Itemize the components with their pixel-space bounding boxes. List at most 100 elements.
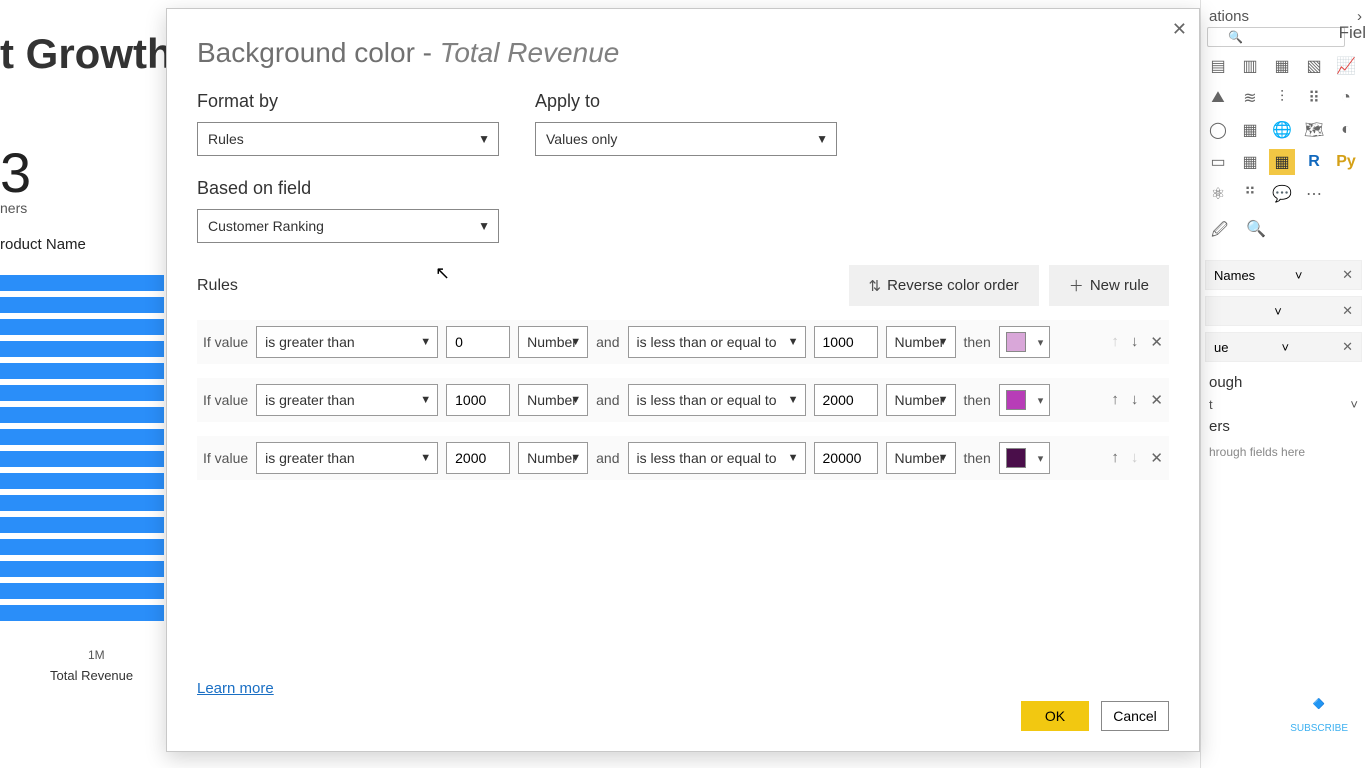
pie-chart-icon[interactable]: ◔ bbox=[1333, 85, 1359, 111]
visualizations-header: ations bbox=[1209, 8, 1249, 25]
chevron-down-icon[interactable]: ˅ bbox=[1281, 340, 1289, 355]
matrix-icon[interactable]: ▦ bbox=[1269, 149, 1295, 175]
chevron-down-icon[interactable]: ˅ bbox=[1295, 268, 1303, 283]
card-icon[interactable]: ▭ bbox=[1205, 149, 1231, 175]
apply-to-label: Apply to bbox=[535, 91, 837, 112]
more-visuals-icon[interactable]: ⋯ bbox=[1301, 181, 1327, 207]
treemap-icon[interactable]: ▦ bbox=[1237, 117, 1263, 143]
based-on-field-select[interactable]: Customer Ranking▼ bbox=[197, 209, 499, 243]
remove-field-icon[interactable]: ✕ bbox=[1342, 303, 1353, 319]
scatter-icon[interactable]: ⠿ bbox=[1301, 85, 1327, 111]
type2-select[interactable]: Number▼ bbox=[886, 384, 956, 416]
delete-rule-icon[interactable]: ✕ bbox=[1150, 391, 1163, 409]
dialog-title: Background color - Total Revenue bbox=[197, 37, 1169, 69]
field-well-row-1[interactable]: Names ˅ ✕ bbox=[1205, 260, 1362, 290]
move-up-icon: ↑ bbox=[1111, 333, 1119, 351]
delete-rule-icon[interactable]: ✕ bbox=[1150, 449, 1163, 467]
background-color-dialog: ✕ Background color - Total Revenue Forma… bbox=[166, 8, 1200, 752]
then-label: then bbox=[964, 450, 991, 466]
chevron-down-icon[interactable]: ˅ bbox=[1274, 304, 1282, 319]
type1-select[interactable]: Number▼ bbox=[518, 442, 588, 474]
move-down-icon[interactable]: ↓ bbox=[1131, 391, 1139, 409]
subtitle-fragment: ners bbox=[0, 200, 27, 216]
move-up-icon[interactable]: ↑ bbox=[1111, 391, 1119, 409]
format-by-select[interactable]: Rules▼ bbox=[197, 122, 499, 156]
clustered-column-icon[interactable]: ▧ bbox=[1301, 53, 1327, 79]
key-influencers-icon[interactable]: ⚛ bbox=[1205, 181, 1231, 207]
type2-select[interactable]: Number▼ bbox=[886, 442, 956, 474]
operator1-select[interactable]: is greater than▼ bbox=[256, 384, 438, 416]
chevron-down-icon: ▼ bbox=[478, 219, 490, 233]
type1-select[interactable]: Number▼ bbox=[518, 326, 588, 358]
fields-tab-icon[interactable]: 🖉 bbox=[1211, 219, 1228, 246]
map-icon[interactable]: 🌐 bbox=[1269, 117, 1295, 143]
close-icon[interactable]: ✕ bbox=[1172, 19, 1187, 40]
remove-field-icon[interactable]: ✕ bbox=[1342, 339, 1353, 355]
area-chart-icon[interactable]: ⛰ bbox=[1205, 85, 1231, 111]
color-picker[interactable]: ▾ bbox=[999, 442, 1051, 474]
decomposition-icon[interactable]: ⠛ bbox=[1237, 181, 1263, 207]
value1-input[interactable] bbox=[446, 326, 510, 358]
py-visual-icon[interactable]: Py bbox=[1333, 149, 1359, 175]
r-visual-icon[interactable]: R bbox=[1301, 149, 1327, 175]
operator1-select[interactable]: is greater than▼ bbox=[256, 326, 438, 358]
operator2-select[interactable]: is less than or equal to▼ bbox=[628, 384, 806, 416]
value1-input[interactable] bbox=[446, 384, 510, 416]
move-down-icon: ↓ bbox=[1131, 449, 1139, 467]
ribbon-chart-icon[interactable]: ≋ bbox=[1237, 85, 1263, 111]
gauge-icon[interactable]: ◐ bbox=[1333, 117, 1359, 143]
learn-more-link[interactable]: Learn more bbox=[197, 680, 274, 697]
product-name-label: roduct Name bbox=[0, 236, 86, 253]
search-input[interactable] bbox=[1207, 27, 1345, 47]
color-picker[interactable]: ▾ bbox=[999, 384, 1051, 416]
bar-chart-fragment bbox=[0, 275, 166, 627]
operator2-select[interactable]: is less than or equal to▼ bbox=[628, 326, 806, 358]
plus-icon: ＋ bbox=[1069, 275, 1084, 296]
format-tab-icon[interactable]: 🔍 bbox=[1246, 219, 1266, 246]
stacked-bar-icon[interactable]: ▤ bbox=[1205, 53, 1231, 79]
and-label: and bbox=[596, 392, 619, 408]
remove-field-icon[interactable]: ✕ bbox=[1342, 267, 1353, 283]
and-label: and bbox=[596, 450, 619, 466]
delete-rule-icon[interactable]: ✕ bbox=[1150, 333, 1163, 351]
color-picker[interactable]: ▾ bbox=[999, 326, 1051, 358]
drillthrough-label: ough bbox=[1201, 368, 1366, 397]
clustered-bar-icon[interactable]: ▥ bbox=[1237, 53, 1263, 79]
filled-map-icon[interactable]: 🗺 bbox=[1301, 117, 1327, 143]
apply-to-select[interactable]: Values only▼ bbox=[535, 122, 837, 156]
cancel-button[interactable]: Cancel bbox=[1101, 701, 1169, 731]
waterfall-icon[interactable]: ⫶ bbox=[1269, 85, 1295, 111]
rule-row: If valueis greater than▼Number▼andis les… bbox=[197, 436, 1169, 480]
rules-label: Rules bbox=[197, 277, 238, 295]
value2-input[interactable] bbox=[814, 384, 878, 416]
stacked-column-icon[interactable]: ▦ bbox=[1269, 53, 1295, 79]
field-well-row-2[interactable]: ˅ ✕ bbox=[1205, 296, 1362, 326]
value1-input[interactable] bbox=[446, 442, 510, 474]
new-rule-button[interactable]: ＋New rule bbox=[1049, 265, 1169, 306]
then-label: then bbox=[964, 334, 991, 350]
value2-input[interactable] bbox=[814, 326, 878, 358]
reverse-color-order-button[interactable]: ⇅Reverse color order bbox=[849, 265, 1039, 306]
field-well-row-3[interactable]: ue ˅ ✕ bbox=[1205, 332, 1362, 362]
ok-button[interactable]: OK bbox=[1021, 701, 1089, 731]
fields-header: Fiel bbox=[1339, 23, 1366, 43]
type1-select[interactable]: Number▼ bbox=[518, 384, 588, 416]
table-icon[interactable]: ▦ bbox=[1237, 149, 1263, 175]
donut-chart-icon[interactable]: ◯ bbox=[1205, 117, 1231, 143]
then-label: then bbox=[964, 392, 991, 408]
type2-select[interactable]: Number▼ bbox=[886, 326, 956, 358]
move-down-icon[interactable]: ↓ bbox=[1131, 333, 1139, 351]
rule-row: If value is greater than▼ Number▼ and is les… bbox=[197, 378, 1169, 422]
value2-input[interactable] bbox=[814, 442, 878, 474]
operator2-select[interactable]: is less than or equal to▼ bbox=[628, 442, 806, 474]
filters-label-fragment: ers bbox=[1201, 412, 1366, 441]
line-chart-icon[interactable]: 📈 bbox=[1333, 53, 1359, 79]
if-value-label: If value bbox=[203, 392, 248, 408]
qa-icon[interactable]: 💬 bbox=[1269, 181, 1295, 207]
chevron-down-icon: ▼ bbox=[478, 132, 490, 146]
if-value-label: If value bbox=[203, 334, 248, 350]
move-up-icon[interactable]: ↑ bbox=[1111, 449, 1119, 467]
chevron-down-icon: ▼ bbox=[816, 132, 828, 146]
operator1-select[interactable]: is greater than▼ bbox=[256, 442, 438, 474]
chevron-down-icon[interactable]: ˅ bbox=[1350, 397, 1358, 412]
